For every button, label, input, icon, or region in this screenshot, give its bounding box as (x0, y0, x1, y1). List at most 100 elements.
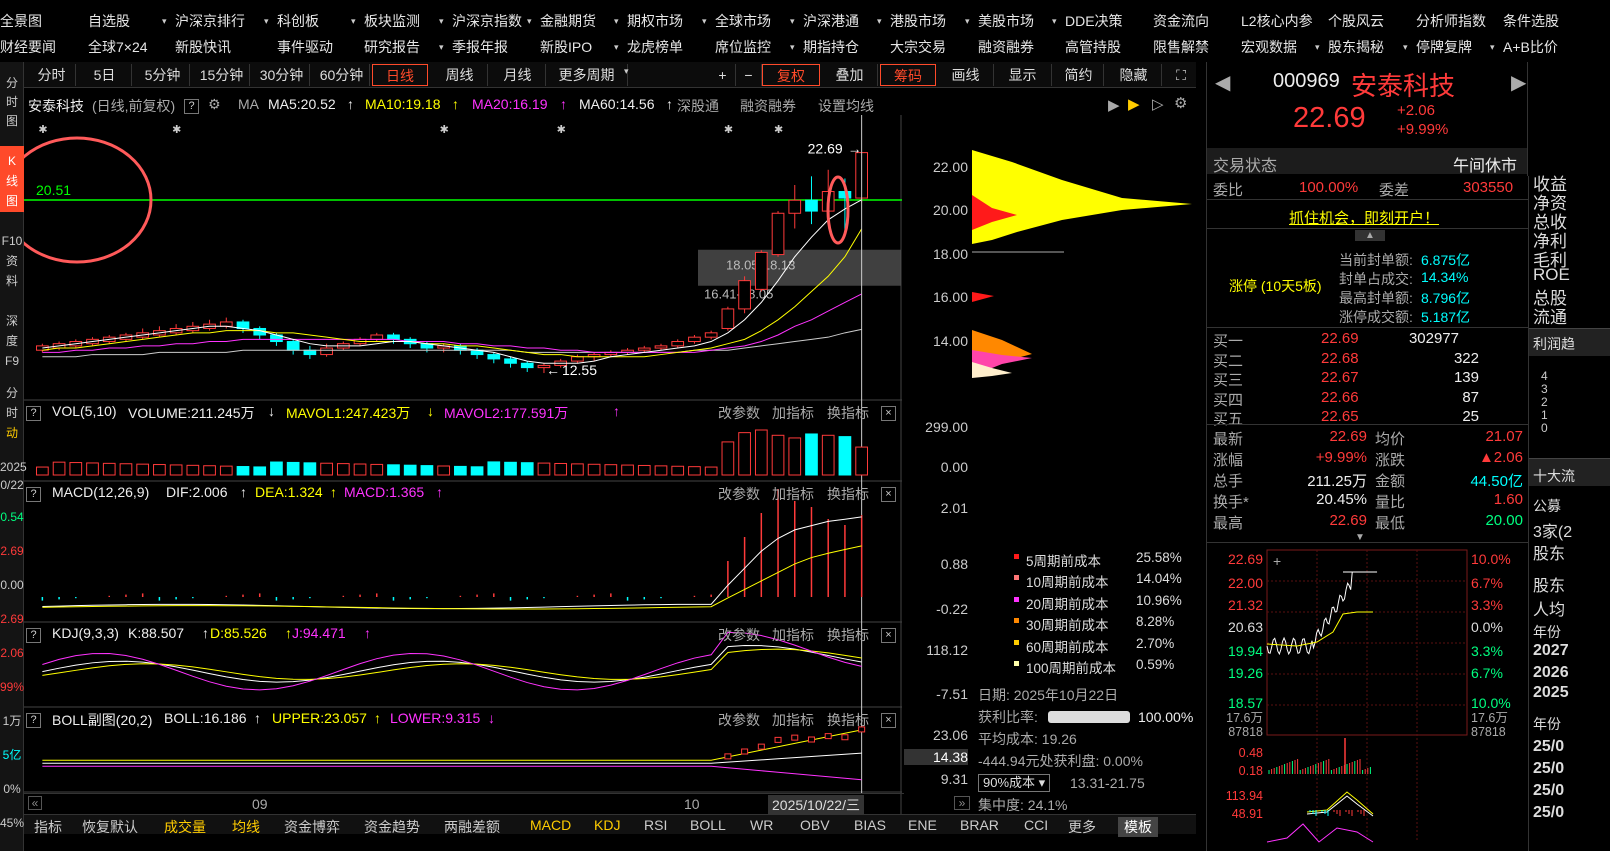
boll-switch-indicator[interactable]: 换指标 (827, 710, 869, 730)
period-tab-1[interactable]: 5日 (78, 64, 132, 86)
draw-tools-icon[interactable]: ▶ (1108, 96, 1120, 114)
submenu-item-4[interactable]: 研究报告 (364, 34, 420, 60)
submenu-item-11[interactable]: 融资融券 (978, 34, 1034, 60)
left-strip-item-8[interactable]: 料 (0, 272, 24, 290)
submenu-item-12[interactable]: 高管持股 (1065, 34, 1121, 60)
menu-item-11[interactable]: 美股市场 (978, 8, 1034, 34)
bottom-tab-9[interactable]: RSI (644, 817, 667, 833)
flag-outline-icon[interactable]: ▷ (1152, 95, 1164, 113)
left-strip-item-0[interactable]: 分 (0, 74, 24, 92)
legend-help-button[interactable]: ? (184, 96, 199, 114)
prev-stock-icon[interactable]: ◀ (1215, 70, 1230, 95)
toolbar-op-2[interactable]: 复权 (762, 64, 820, 86)
menu-item-16[interactable]: 分析师指数 (1416, 8, 1486, 34)
left-strip-item-4[interactable]: 线 (0, 172, 24, 190)
left-strip-item-11[interactable]: F9 (0, 352, 24, 370)
bottom-tab-18[interactable]: 模板 (1118, 817, 1158, 837)
flag-icon[interactable]: ▶ (1128, 95, 1140, 113)
menu-item-6[interactable]: 金融期货 (540, 8, 596, 34)
submenu-item-5[interactable]: 季报年报 (452, 34, 508, 60)
mini-add-icon[interactable]: + (1273, 553, 1281, 569)
menu-item-7[interactable]: 期权市场 (627, 8, 683, 34)
submenu-item-7[interactable]: 龙虎榜单 (627, 34, 683, 60)
menu-item-2[interactable]: 沪深京排行 (175, 8, 245, 34)
settings-gear-icon[interactable]: ⚙ (1174, 94, 1187, 112)
menu-item-14[interactable]: L2核心内参 (1241, 8, 1313, 34)
kdj-switch-indicator[interactable]: 换指标 (827, 625, 869, 645)
close-icon[interactable]: × (881, 713, 896, 728)
bottom-tab-3[interactable]: 均线 (232, 817, 260, 837)
submenu-item-13[interactable]: 限售解禁 (1153, 34, 1209, 60)
kdj-add-indicator[interactable]: 加指标 (772, 625, 814, 645)
submenu-item-17[interactable]: A+B比价 (1503, 34, 1558, 60)
period-tab-3[interactable]: 15分钟 (194, 64, 250, 86)
period-tab-2[interactable]: 5分钟 (136, 64, 190, 86)
event-marker-icon[interactable]: ✱ (557, 124, 566, 136)
submenu-item-14[interactable]: 宏观数据 (1241, 34, 1297, 60)
kdj-edit-params[interactable]: 改参数 (718, 625, 760, 645)
next-stock-icon[interactable]: ▶ (1511, 70, 1526, 95)
vol-switch-indicator[interactable]: 换指标 (827, 403, 869, 423)
gear-icon[interactable]: ⚙ (208, 96, 221, 113)
submenu-item-2[interactable]: 新股快讯 (175, 34, 231, 60)
toolbar-op-6[interactable]: 显示 (994, 64, 1052, 86)
menu-item-3[interactable]: 科创板 (277, 8, 319, 34)
open-account-link[interactable]: 抓住机会，即刻开户！ (1289, 207, 1439, 228)
menu-item-10[interactable]: 港股市场 (890, 8, 946, 34)
event-marker-icon[interactable]: ✱ (38, 124, 47, 136)
bottom-tab-0[interactable]: 指标 (34, 817, 62, 837)
bottom-tab-10[interactable]: BOLL (690, 817, 726, 833)
collapse-icon[interactable]: ▲ (1355, 230, 1385, 241)
left-strip-item-12[interactable]: 分 (0, 384, 24, 402)
left-strip-item-3[interactable]: K (0, 152, 24, 170)
bottom-tab-2[interactable]: 成交量 (164, 817, 206, 837)
close-icon[interactable]: × (881, 628, 896, 643)
bottom-tab-14[interactable]: ENE (908, 817, 937, 833)
macd-switch-indicator[interactable]: 换指标 (827, 484, 869, 504)
bottom-tab-16[interactable]: CCI (1024, 817, 1048, 833)
toolbar-op-1[interactable]: − (736, 64, 762, 86)
toolbar-op-7[interactable]: 简约 (1054, 64, 1104, 86)
cost-select[interactable]: 90%成本 ▾ (978, 774, 1051, 792)
period-tab-0[interactable]: 分时 (28, 64, 76, 86)
menu-item-12[interactable]: DDE决策 (1065, 8, 1123, 34)
period-tab-9[interactable]: 更多周期 (546, 64, 628, 86)
bottom-tab-13[interactable]: BIAS (854, 817, 886, 833)
period-tab-8[interactable]: 月线 (490, 64, 546, 86)
menu-item-17[interactable]: 条件选股 (1503, 8, 1559, 34)
submenu-item-8[interactable]: 席位监控 (715, 34, 771, 60)
submenu-item-0[interactable]: 财经要闻 (0, 34, 56, 60)
intraday-mini-chart[interactable]: +22.6922.0021.3220.6319.9419.2618.5717.6… (1207, 542, 1529, 851)
event-marker-icon[interactable]: ✱ (440, 124, 449, 136)
submenu-item-3[interactable]: 事件驱动 (277, 34, 333, 60)
menu-item-15[interactable]: 个股风云 (1328, 8, 1384, 34)
macd-add-indicator[interactable]: 加指标 (772, 484, 814, 504)
close-icon[interactable]: × (881, 487, 896, 502)
left-strip-item-14[interactable]: 动 (0, 424, 24, 442)
menu-item-0[interactable]: 全景图 (0, 8, 42, 34)
link-set-ma[interactable]: 设置均线 (818, 96, 874, 116)
link-sgt[interactable]: 深股通 (677, 96, 719, 116)
left-strip-item-1[interactable]: 时 (0, 93, 24, 111)
bottom-tab-6[interactable]: 两融差额 (444, 817, 500, 837)
submenu-item-16[interactable]: 停牌复牌 (1416, 34, 1472, 60)
bottom-tab-1[interactable]: 恢复默认 (82, 817, 138, 837)
macd-edit-params[interactable]: 改参数 (718, 484, 760, 504)
period-tab-4[interactable]: 30分钟 (254, 64, 310, 86)
left-strip-item-2[interactable]: 图 (0, 112, 24, 130)
left-strip-item-9[interactable]: 深 (0, 312, 24, 330)
scroll-right-icon[interactable]: » (954, 796, 970, 810)
menu-item-5[interactable]: 沪深京指数 (452, 8, 522, 34)
bottom-tab-12[interactable]: OBV (800, 817, 830, 833)
period-tab-6[interactable]: 日线 (372, 64, 428, 86)
close-icon[interactable]: × (881, 406, 896, 421)
bottom-tab-17[interactable]: 更多 (1068, 817, 1096, 837)
period-tab-7[interactable]: 周线 (432, 64, 488, 86)
toolbar-op-8[interactable]: 隐藏 (1106, 64, 1162, 86)
menu-item-13[interactable]: 资金流向 (1153, 8, 1209, 34)
submenu-item-15[interactable]: 股东揭秘 (1328, 34, 1384, 60)
menu-item-8[interactable]: 全球市场 (715, 8, 771, 34)
boll-add-indicator[interactable]: 加指标 (772, 710, 814, 730)
left-strip-item-7[interactable]: 资 (0, 252, 24, 270)
submenu-item-1[interactable]: 全球7×24 (88, 34, 148, 60)
